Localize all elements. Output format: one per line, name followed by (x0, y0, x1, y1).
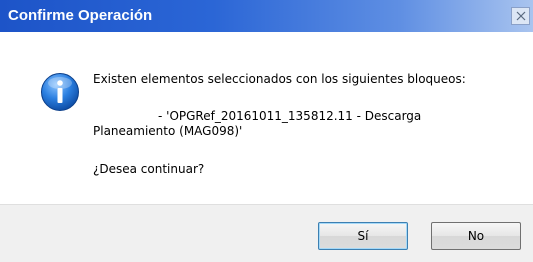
close-icon (516, 11, 526, 21)
dialog-body: Existen elementos seleccionados con los … (0, 32, 533, 204)
yes-button[interactable]: Sí (318, 222, 408, 250)
confirm-dialog: Confirme Operación Existen elementos sel… (0, 0, 533, 262)
message-line-1: Existen elementos seleccionados con los … (93, 72, 466, 86)
question-text: ¿Desea continuar? (93, 162, 205, 176)
message-line-2: - 'OPGRef_20161011_135812.11 - Descarga (158, 109, 422, 123)
close-button[interactable] (511, 7, 530, 25)
no-button[interactable]: No (431, 222, 521, 250)
dialog-title: Confirme Operación (8, 7, 153, 24)
button-bar: Sí No (0, 204, 533, 262)
information-icon (41, 73, 79, 111)
title-bar[interactable]: Confirme Operación (0, 0, 533, 32)
message-line-3: Planeamiento (MAG098)' (93, 124, 243, 138)
